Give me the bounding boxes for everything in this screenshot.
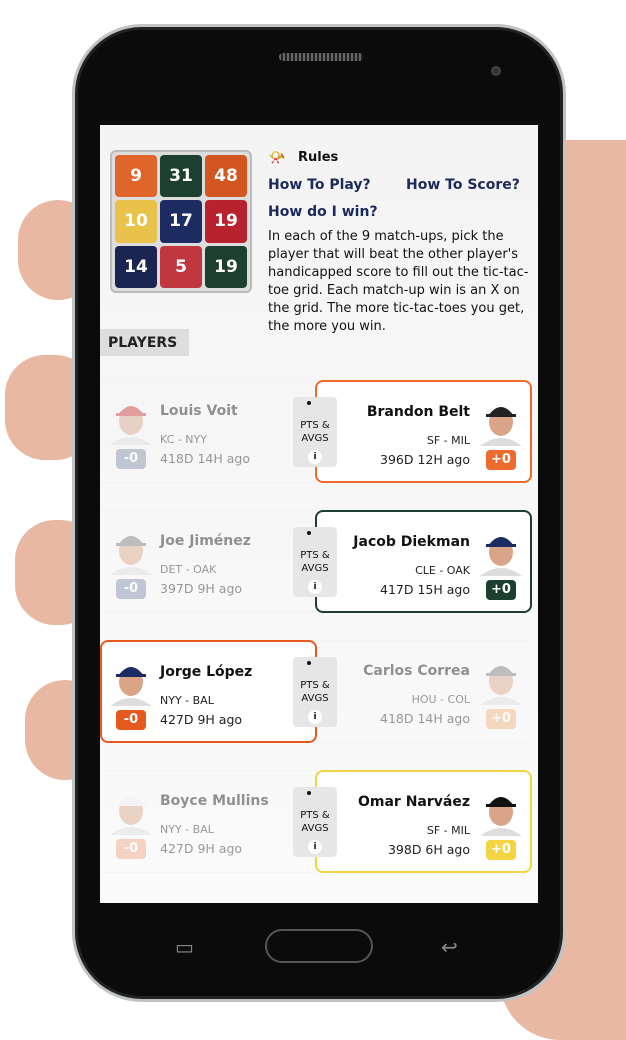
- grid-cell: 19: [205, 200, 247, 243]
- grid-cell: 31: [160, 155, 202, 198]
- how-to-score-link[interactable]: How To Score?: [406, 177, 520, 193]
- player-card-left[interactable]: Jorge López NYY - BAL 427D 9H ago -0: [100, 640, 317, 743]
- pts-avgs-button[interactable]: PTS & AVGS i: [293, 397, 337, 467]
- info-icon[interactable]: i: [308, 840, 322, 854]
- player-time: 398D 6H ago: [387, 842, 470, 857]
- handicap-badge: -0: [116, 579, 146, 599]
- info-icon[interactable]: i: [308, 580, 322, 594]
- handicap-badge: +0: [486, 580, 516, 600]
- player-time: 427D 9H ago: [160, 841, 243, 856]
- player-time: 427D 9H ago: [160, 712, 243, 727]
- whistle-icon: 📯: [268, 150, 286, 166]
- player-time: 397D 9H ago: [160, 581, 243, 596]
- player-teams: HOU - COL: [411, 693, 470, 706]
- player-avatar: [108, 654, 154, 706]
- player-time: 417D 15H ago: [380, 582, 470, 597]
- handicap-badge: -0: [116, 710, 146, 730]
- player-time: 418D 14H ago: [380, 711, 470, 726]
- tic-tac-toe-grid: 9 31 48 10 17 19 14 5 19: [110, 150, 252, 293]
- speaker: [279, 53, 363, 61]
- grid-cell: 5: [160, 245, 202, 288]
- back-icon[interactable]: ↩: [441, 935, 458, 965]
- player-card-left[interactable]: Louis Voit KC - NYY 418D 14H ago -0: [100, 380, 317, 483]
- handicap-badge: -0: [116, 449, 146, 469]
- grid-cell: 14: [115, 245, 157, 288]
- player-name: Louis Voit: [160, 403, 238, 419]
- player-avatar: [478, 394, 524, 446]
- player-card-right[interactable]: Jacob Diekman CLE - OAK 417D 15H ago +0: [315, 510, 532, 613]
- matchup-row: Boyce Mullins NYY - BAL 427D 9H ago -0 O…: [100, 770, 532, 873]
- avgs-label: AVGS: [301, 823, 329, 834]
- player-teams: NYY - BAL: [160, 823, 214, 836]
- player-teams: NYY - BAL: [160, 694, 214, 707]
- player-teams: SF - MIL: [426, 824, 470, 837]
- player-card-right[interactable]: Omar Narváez SF - MIL 398D 6H ago +0: [315, 770, 532, 873]
- player-name: Joe Jiménez: [160, 533, 251, 549]
- matchup-row: Jorge López NYY - BAL 427D 9H ago -0 Car…: [100, 640, 532, 743]
- grid-cell: 48: [205, 155, 247, 198]
- player-time: 418D 14H ago: [160, 451, 250, 466]
- player-card-right[interactable]: Carlos Correa HOU - COL 418D 14H ago +0: [315, 640, 532, 743]
- avgs-label: AVGS: [301, 433, 329, 444]
- grid-cell: 17: [160, 200, 202, 243]
- player-teams: CLE - OAK: [415, 564, 470, 577]
- grid-cell: 10: [115, 200, 157, 243]
- how-to-play-link[interactable]: How To Play?: [268, 177, 371, 193]
- dot: [307, 401, 311, 405]
- how-do-i-win-link[interactable]: How do I win?: [268, 204, 378, 220]
- player-avatar: [108, 783, 154, 835]
- pts-label: PTS &: [300, 680, 330, 691]
- player-avatar: [478, 653, 524, 705]
- pts-label: PTS &: [300, 810, 330, 821]
- app-screen: 9 31 48 10 17 19 14 5 19 📯 Rules How To Play? Ho…: [100, 125, 538, 903]
- player-teams: SF - MIL: [426, 434, 470, 447]
- player-card-left[interactable]: Joe Jiménez DET - OAK 397D 9H ago -0: [100, 510, 317, 613]
- avgs-label: AVGS: [301, 563, 329, 574]
- recent-apps-icon[interactable]: ▭: [175, 935, 201, 965]
- home-button[interactable]: [265, 929, 373, 963]
- player-avatar: [108, 523, 154, 575]
- dot: [307, 791, 311, 795]
- player-avatar: [478, 784, 524, 836]
- player-name: Jacob Diekman: [353, 534, 470, 550]
- pts-avgs-button[interactable]: PTS & AVGS i: [293, 657, 337, 727]
- rules-description: In each of the 9 match-ups, pick the pla…: [268, 229, 529, 334]
- pts-avgs-button[interactable]: PTS & AVGS i: [293, 787, 337, 857]
- player-name: Jorge López: [160, 664, 253, 680]
- pts-label: PTS &: [300, 420, 330, 431]
- dot: [307, 661, 311, 665]
- avgs-label: AVGS: [301, 693, 329, 704]
- grid-cell: 9: [115, 155, 157, 198]
- player-name: Boyce Mullins: [160, 793, 269, 809]
- player-teams: DET - OAK: [160, 563, 217, 576]
- matchup-row: Joe Jiménez DET - OAK 397D 9H ago -0 Jac…: [100, 510, 532, 613]
- handicap-badge: +0: [486, 709, 516, 729]
- handicap-badge: -0: [116, 839, 146, 859]
- player-name: Omar Narváez: [358, 794, 470, 810]
- player-name: Carlos Correa: [363, 663, 470, 679]
- rules-title: Rules: [298, 150, 339, 165]
- pts-avgs-button[interactable]: PTS & AVGS i: [293, 527, 337, 597]
- player-card-right[interactable]: Brandon Belt SF - MIL 396D 12H ago +0: [315, 380, 532, 483]
- camera: [491, 66, 501, 76]
- handicap-badge: +0: [486, 450, 516, 470]
- handicap-badge: +0: [486, 840, 516, 860]
- rules-panel: 📯 Rules How To Play? How To Score? How d…: [268, 150, 530, 334]
- player-name: Brandon Belt: [366, 404, 470, 420]
- player-card-left[interactable]: Boyce Mullins NYY - BAL 427D 9H ago -0: [100, 770, 317, 873]
- player-teams: KC - NYY: [160, 433, 207, 446]
- pts-label: PTS &: [300, 550, 330, 561]
- player-avatar: [478, 524, 524, 576]
- matchup-row: Louis Voit KC - NYY 418D 14H ago -0 Bran…: [100, 380, 532, 483]
- info-icon[interactable]: i: [308, 710, 322, 724]
- player-avatar: [108, 393, 154, 445]
- dot: [307, 531, 311, 535]
- info-icon[interactable]: i: [308, 450, 322, 464]
- players-section-header: PLAYERS: [100, 329, 189, 356]
- grid-cell: 19: [205, 245, 247, 288]
- player-time: 396D 12H ago: [380, 452, 470, 467]
